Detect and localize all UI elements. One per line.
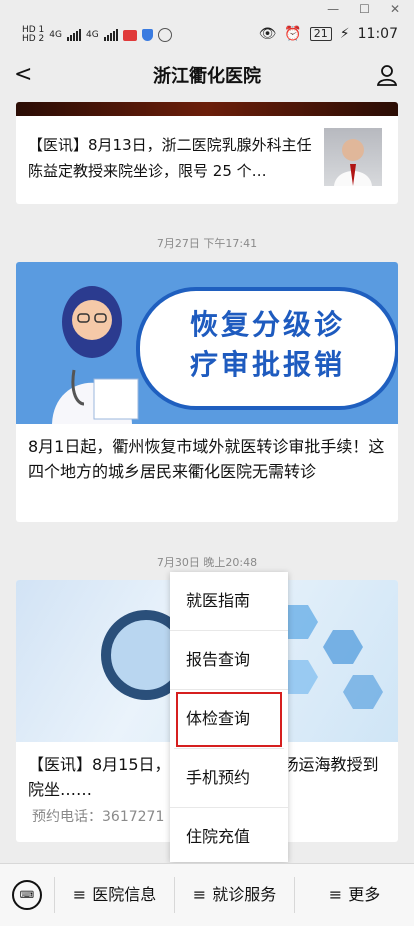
- menu-lines-icon: ≡: [192, 885, 207, 904]
- eye-icon: 👁: [258, 26, 277, 42]
- battery-icon: 21: [309, 27, 332, 41]
- menu-lines-icon: ≡: [72, 885, 87, 904]
- tab-services[interactable]: ≡ 就诊服务: [174, 877, 294, 913]
- restore-icon[interactable]: ☐: [359, 2, 370, 16]
- status-right: 👁 ⏰ 21 ⚡ 11:07: [259, 26, 398, 42]
- tab-label: 更多: [348, 885, 381, 904]
- article-banner: 恢复分级诊 疗审批报销: [16, 262, 398, 424]
- charging-icon: ⚡: [339, 26, 350, 42]
- article-phone: 预约电话：3617271: [32, 809, 165, 825]
- user-profile-icon[interactable]: [376, 64, 398, 86]
- android-icon: [157, 28, 172, 42]
- tab-label: 就诊服务: [212, 885, 277, 904]
- menu-item-report[interactable]: 报告查询: [170, 631, 288, 690]
- page-title: 浙江衢化医院: [153, 66, 261, 87]
- signal-icon-2: [103, 29, 118, 41]
- status-bar: — ☐ ✕ HD 1 HD 2 4G 4G 👁 ⏰ 21 ⚡ 11:07: [0, 0, 414, 50]
- article-title[interactable]: 【医讯】8月13日，浙二医院乳腺外科主任陈益定教授来院坐诊，限号 25 个…: [28, 132, 318, 184]
- article-card-2[interactable]: 恢复分级诊 疗审批报销 8月1日起，衢州恢复市域外就医转诊审批手续！这四个地方的…: [16, 262, 398, 522]
- doctor-thumbnail: [324, 128, 382, 186]
- menu-item-checkup[interactable]: 体检查询: [174, 690, 284, 749]
- app-notification-icon: [122, 29, 137, 41]
- article-image-top: [16, 102, 398, 116]
- article-card-1[interactable]: 【医讯】8月13日，浙二医院乳腺外科主任陈益定教授来院坐诊，限号 25 个…: [16, 102, 398, 204]
- network-label-2: 4G: [86, 30, 99, 40]
- signal-icon: [67, 29, 81, 41]
- network-label: 4G: [49, 30, 62, 40]
- banner-line-2: 疗审批报销: [189, 348, 345, 381]
- clock-time: 11:07: [357, 26, 398, 42]
- bottom-menu-bar: ⌨ ≡ 医院信息 ≡ 就诊服务 ≡ 更多: [0, 863, 414, 926]
- shield-icon: [141, 29, 153, 41]
- article-title[interactable]: 8月1日起，衢州恢复市域外就医转诊审批手续！这四个地方的城乡居民来衢化医院无需转…: [28, 434, 388, 484]
- tab-label: 医院信息: [92, 885, 157, 904]
- menu-item-appointment[interactable]: 手机预约: [170, 749, 288, 808]
- window-controls: — ☐ ✕: [313, 0, 414, 18]
- timestamp: 7月27日 下午17:41: [156, 237, 258, 250]
- chat-header: < 浙江衢化医院: [0, 50, 414, 102]
- hd2-label: HD 2: [22, 34, 45, 44]
- keyboard-icon: ⌨: [12, 880, 42, 910]
- alarm-icon: ⏰: [284, 26, 302, 42]
- minimize-icon[interactable]: —: [327, 2, 339, 16]
- tab-more[interactable]: ≡ 更多: [294, 877, 414, 913]
- submenu-popup: 就医指南 报告查询 体检查询 手机预约 住院充值: [170, 572, 288, 862]
- menu-lines-icon: ≡: [328, 885, 343, 904]
- menu-item-guide[interactable]: 就医指南: [170, 572, 288, 631]
- keyboard-toggle[interactable]: ⌨: [0, 880, 54, 910]
- banner-line-1: 恢复分级诊: [189, 308, 345, 341]
- close-icon[interactable]: ✕: [390, 2, 400, 16]
- tab-hospital-info[interactable]: ≡ 医院信息: [54, 877, 174, 913]
- status-left: HD 1 HD 2 4G 4G: [22, 26, 172, 44]
- banner-cloud: 恢复分级诊 疗审批报销: [136, 287, 398, 410]
- menu-item-recharge[interactable]: 住院充值: [170, 808, 288, 866]
- timestamp: 7月30日 晚上20:48: [156, 556, 258, 569]
